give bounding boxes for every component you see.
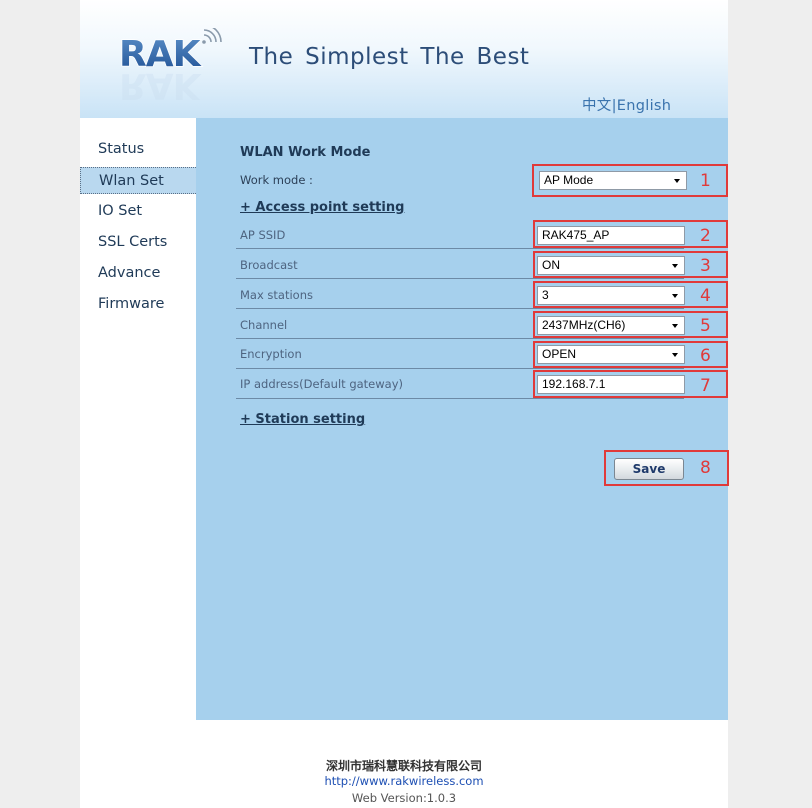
annotation-box-4 bbox=[533, 281, 728, 308]
max-stations-label: Max stations bbox=[240, 288, 313, 302]
divider bbox=[236, 338, 684, 339]
rak-logo: RAK RAK bbox=[118, 28, 222, 106]
annotation-number-3: 3 bbox=[700, 256, 711, 276]
annotation-number-6: 6 bbox=[700, 346, 711, 366]
wifi-signal-icon bbox=[202, 28, 222, 44]
station-setting-link[interactable]: + Station setting bbox=[240, 412, 365, 427]
access-point-setting-link[interactable]: + Access point setting bbox=[240, 200, 404, 215]
ip-address-label: IP address(Default gateway) bbox=[240, 377, 403, 391]
footer-company-name: 深圳市瑞科慧联科技有限公司 bbox=[325, 759, 482, 773]
work-mode-label: Work mode : bbox=[240, 173, 313, 187]
annotation-number-2: 2 bbox=[700, 226, 711, 246]
annotation-number-8: 8 bbox=[700, 458, 711, 478]
sidebar-item-wlan-set[interactable]: Wlan Set bbox=[80, 167, 196, 194]
svg-text:RAK: RAK bbox=[119, 65, 202, 106]
section-title: WLAN Work Mode bbox=[240, 145, 371, 160]
encryption-label: Encryption bbox=[240, 347, 302, 361]
annotation-box-1 bbox=[532, 164, 728, 197]
divider bbox=[236, 248, 684, 249]
annotation-box-6 bbox=[533, 341, 728, 368]
annotation-box-5 bbox=[533, 311, 728, 338]
annotation-box-2 bbox=[533, 220, 728, 248]
annotation-number-7: 7 bbox=[700, 376, 711, 396]
channel-label: Channel bbox=[240, 318, 288, 332]
divider bbox=[236, 398, 684, 399]
lang-english-link[interactable]: English bbox=[617, 98, 671, 114]
lang-chinese-link[interactable]: 中文 bbox=[582, 98, 612, 114]
sidebar-item-io-set[interactable]: IO Set bbox=[80, 198, 196, 225]
broadcast-label: Broadcast bbox=[240, 258, 298, 272]
divider bbox=[236, 278, 684, 279]
annotation-number-5: 5 bbox=[700, 316, 711, 336]
footer-website-link[interactable]: http://www.rakwireless.com bbox=[80, 774, 728, 788]
divider bbox=[236, 368, 684, 369]
sidebar-item-status[interactable]: Status bbox=[80, 136, 196, 163]
divider bbox=[236, 308, 684, 309]
annotation-box-3 bbox=[533, 251, 728, 278]
annotation-number-4: 4 bbox=[700, 286, 711, 306]
annotation-number-1: 1 bbox=[700, 171, 711, 191]
sidebar-item-ssl-certs[interactable]: SSL Certs bbox=[80, 229, 196, 256]
sidebar-item-firmware[interactable]: Firmware bbox=[80, 291, 196, 318]
ap-ssid-label: AP SSID bbox=[240, 228, 286, 242]
footer-web-version: Web Version:1.0.3 bbox=[351, 791, 457, 805]
annotation-box-7 bbox=[533, 370, 728, 398]
language-switch: 中文|English bbox=[582, 94, 671, 115]
sidebar-item-advance[interactable]: Advance bbox=[80, 260, 196, 287]
tagline: The Simplest The Best bbox=[249, 44, 530, 70]
